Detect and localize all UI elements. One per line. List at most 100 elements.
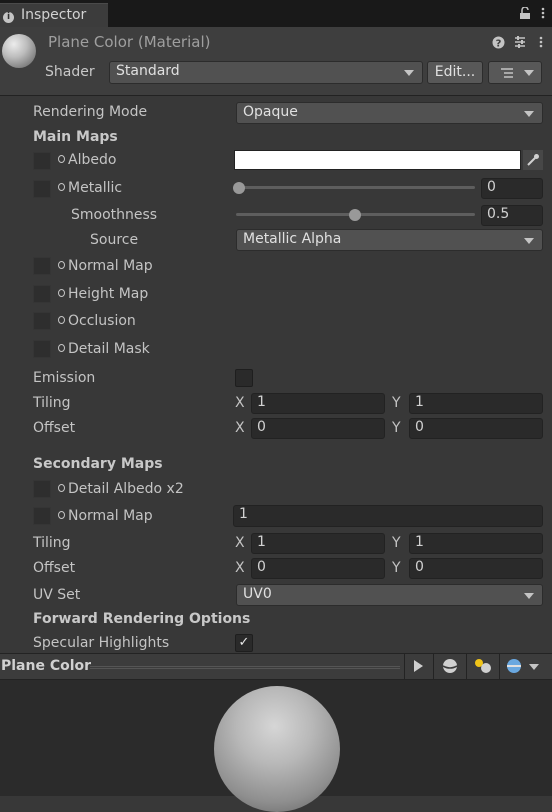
secondary-tiling-x-field[interactable]: 1	[251, 533, 385, 554]
help-icon[interactable]: ?	[492, 36, 505, 49]
texture-picker-icon[interactable]	[58, 289, 65, 297]
detail-mask-texture-slot[interactable]	[33, 340, 51, 358]
tiling-x-field[interactable]: 1	[251, 393, 385, 414]
preset-icon[interactable]	[513, 35, 527, 49]
preview-title: Plane Color	[1, 658, 92, 674]
height-map-label-text: Height Map	[68, 286, 149, 302]
secondary-tiling-label: Tiling	[33, 535, 71, 551]
main-maps-heading: Main Maps	[33, 129, 118, 145]
detail-mask-label: Detail Mask	[58, 341, 150, 357]
texture-picker-icon[interactable]	[58, 511, 65, 519]
detail-albedo-label-text: Detail Albedo x2	[68, 481, 184, 497]
offset-x-axis-label: X	[235, 420, 245, 436]
secondary-offset-label: Offset	[33, 560, 76, 576]
more-icon[interactable]	[537, 7, 549, 19]
secondary-normal-map-texture-slot[interactable]	[33, 507, 51, 525]
texture-picker-icon[interactable]	[58, 316, 65, 324]
play-icon[interactable]	[411, 659, 425, 673]
secondary-tiling-x-axis-label: X	[235, 535, 245, 551]
list-icon	[501, 68, 513, 78]
metallic-texture-slot[interactable]	[33, 180, 51, 198]
tiling-y-axis-label: Y	[392, 395, 401, 411]
tiling-x-axis-label: X	[235, 395, 245, 411]
texture-picker-icon[interactable]	[58, 344, 65, 352]
offset-y-field[interactable]: 0	[409, 418, 543, 439]
secondary-normal-scale-field[interactable]: 1	[233, 505, 543, 527]
emission-checkbox[interactable]	[235, 369, 253, 387]
chevron-down-icon	[524, 593, 534, 599]
albedo-color-field[interactable]	[234, 150, 521, 170]
normal-map-texture-slot[interactable]	[33, 257, 51, 275]
smoothness-slider-knob[interactable]	[349, 209, 361, 221]
shader-label: Shader	[45, 64, 95, 80]
divider	[499, 654, 500, 679]
rendering-mode-label: Rendering Mode	[33, 104, 148, 120]
secondary-offset-y-field[interactable]: 0	[409, 558, 543, 579]
preview-sphere	[214, 686, 340, 812]
specular-highlights-label: Specular Highlights	[33, 635, 170, 651]
tiling-label: Tiling	[33, 395, 71, 411]
edit-shader-button[interactable]: Edit...	[427, 61, 483, 84]
secondary-normal-scale-value: 1	[239, 506, 248, 522]
preview-background-icon[interactable]	[506, 658, 524, 674]
detail-albedo-texture-slot[interactable]	[33, 480, 51, 498]
preview-resize-handle[interactable]	[90, 666, 400, 669]
metallic-label: Metallic	[58, 180, 122, 196]
shader-dropdown[interactable]: Standard	[109, 61, 423, 84]
emission-label: Emission	[33, 370, 96, 386]
texture-picker-icon[interactable]	[58, 155, 65, 163]
lock-icon[interactable]	[519, 7, 531, 19]
smoothness-value-field[interactable]: 0.5	[481, 205, 543, 226]
lighting-icon[interactable]	[473, 656, 493, 676]
offset-x-value: 0	[257, 419, 266, 435]
secondary-offset-x-axis-label: X	[235, 560, 245, 576]
texture-picker-icon[interactable]	[58, 484, 65, 492]
rendering-mode-dropdown[interactable]: Opaque	[236, 102, 543, 124]
metallic-slider-track[interactable]	[236, 186, 475, 189]
offset-y-value: 0	[415, 419, 424, 435]
tiling-y-value: 1	[415, 394, 424, 410]
chevron-down-icon	[524, 111, 534, 117]
normal-map-label: Normal Map	[58, 258, 153, 274]
metallic-label-text: Metallic	[68, 180, 123, 196]
svg-text:?: ?	[496, 39, 502, 50]
header-more-icon[interactable]	[535, 36, 547, 48]
info-icon: i	[3, 12, 14, 23]
eyedropper-icon[interactable]	[523, 150, 543, 170]
divider	[404, 654, 405, 679]
texture-picker-icon[interactable]	[58, 261, 65, 269]
detail-mask-label-text: Detail Mask	[68, 341, 150, 357]
offset-label: Offset	[33, 420, 76, 436]
texture-picker-icon[interactable]	[58, 183, 65, 191]
secondary-tiling-y-field[interactable]: 1	[409, 533, 543, 554]
offset-x-field[interactable]: 0	[251, 418, 385, 439]
material-preview-icon	[2, 34, 36, 68]
secondary-offset-x-field[interactable]: 0	[251, 558, 385, 579]
source-value: Metallic Alpha	[243, 231, 342, 247]
tiling-y-field[interactable]: 1	[409, 393, 543, 414]
height-map-texture-slot[interactable]	[33, 285, 51, 303]
secondary-offset-y-value: 0	[415, 559, 424, 575]
metallic-value-field[interactable]: 0	[481, 178, 543, 199]
secondary-normal-map-label-text: Normal Map	[68, 508, 153, 524]
specular-highlights-checkbox[interactable]: ✓	[235, 634, 253, 652]
occlusion-label: Occlusion	[58, 313, 136, 329]
uv-set-dropdown[interactable]: UV0	[236, 584, 543, 606]
secondary-maps-heading: Secondary Maps	[33, 456, 163, 472]
metallic-slider-knob[interactable]	[233, 182, 245, 194]
secondary-offset-x-value: 0	[257, 559, 266, 575]
secondary-offset-y-axis-label: Y	[392, 560, 401, 576]
albedo-texture-slot[interactable]	[33, 152, 51, 170]
shader-list-button[interactable]	[488, 61, 542, 84]
tiling-x-value: 1	[257, 394, 266, 410]
tab-label: Inspector	[21, 7, 87, 23]
chevron-down-icon[interactable]	[529, 664, 539, 670]
tab-inspector[interactable]: i Inspector	[0, 3, 108, 27]
sphere-mesh-icon[interactable]	[442, 658, 458, 674]
occlusion-texture-slot[interactable]	[33, 312, 51, 330]
secondary-tiling-y-axis-label: Y	[392, 535, 401, 551]
source-dropdown[interactable]: Metallic Alpha	[236, 229, 543, 251]
smoothness-value: 0.5	[487, 206, 510, 222]
occlusion-label-text: Occlusion	[68, 313, 136, 329]
normal-map-label-text: Normal Map	[68, 258, 153, 274]
